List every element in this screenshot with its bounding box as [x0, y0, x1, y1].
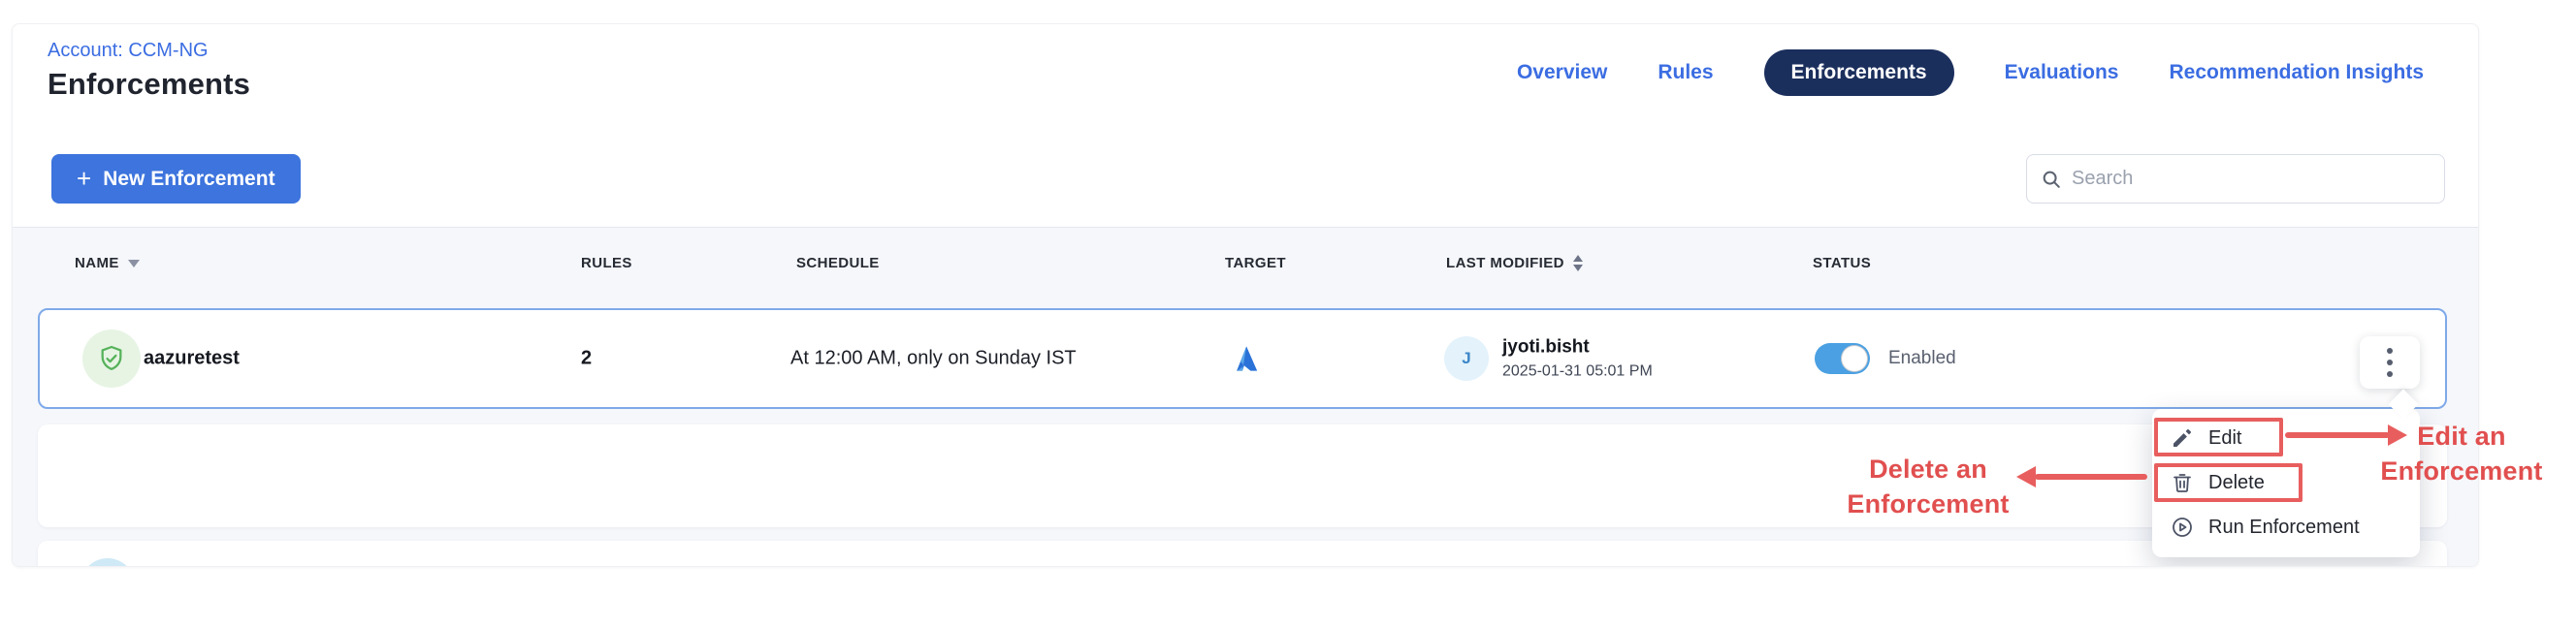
nav-tabs: Overview Rules Enforcements Evaluations … [1517, 47, 2424, 98]
avatar: J [1444, 336, 1489, 381]
search-input[interactable] [2072, 168, 2431, 190]
tab-recommendation-insights[interactable]: Recommendation Insights [2169, 61, 2424, 84]
tab-rules[interactable]: Rules [1658, 61, 1713, 84]
shield-check-icon [96, 343, 127, 374]
toggle-knob [1841, 345, 1868, 372]
new-enforcement-label: New Enforcement [103, 168, 274, 191]
search-icon [2041, 169, 2062, 190]
column-header-name[interactable]: NAME [75, 255, 140, 271]
last-modified-cell: jyoti.bisht 2025-01-31 05:01 PM [1502, 336, 1653, 382]
enforcement-type-badge [82, 330, 141, 388]
edit-highlight-box [2154, 418, 2283, 456]
azure-target-icon [1229, 343, 1260, 374]
new-enforcement-button[interactable]: + New Enforcement [51, 154, 301, 204]
page-title: Enforcements [48, 67, 250, 102]
tab-evaluations[interactable]: Evaluations [2005, 61, 2119, 84]
tab-enforcements[interactable]: Enforcements [1764, 49, 1954, 96]
menu-item-run-enforcement[interactable]: Run Enforcement [2152, 505, 2420, 550]
kebab-icon [2387, 348, 2393, 377]
column-header-schedule: SCHEDULE [796, 255, 880, 271]
modified-timestamp: 2025-01-31 05:01 PM [1502, 361, 1653, 381]
tab-overview[interactable]: Overview [1517, 61, 1607, 84]
column-header-last-modified[interactable]: LAST MODIFIED [1446, 255, 1583, 271]
status-toggle[interactable] [1815, 343, 1870, 374]
app-screenshot: Account: CCM-NG Enforcements Overview Ru… [0, 0, 2576, 628]
search-box[interactable] [2026, 154, 2445, 204]
account-label: Account: CCM-NG [48, 40, 209, 62]
table-row[interactable]: aazuretest 2 At 12:00 AM, only on Sunday… [38, 308, 2447, 409]
status-label: Enabled [1888, 348, 1956, 369]
schedule-text: At 12:00 AM, only on Sunday IST [790, 348, 1077, 370]
delete-arrow [2035, 474, 2147, 480]
enforcements-table: NAME RULES SCHEDULE TARGET LAST MODIFIED… [13, 228, 2478, 567]
edit-annotation-label: Edit an Enforcement [2365, 419, 2559, 488]
column-header-status: STATUS [1813, 255, 1871, 271]
play-circle-icon [2171, 516, 2194, 539]
row-actions-kebab-button[interactable] [2360, 336, 2420, 389]
delete-annotation-label: Delete an Enforcement [1831, 452, 2025, 521]
enforcements-panel: Account: CCM-NG Enforcements Overview Ru… [12, 23, 2479, 567]
delete-highlight-box [2154, 463, 2302, 502]
sort-caret-down-icon [128, 260, 140, 267]
rules-count: 2 [581, 348, 592, 370]
sort-up-down-icon [1573, 255, 1583, 271]
plus-icon: + [77, 166, 91, 191]
enforcement-type-badge [80, 558, 135, 567]
column-header-target: TARGET [1225, 255, 1286, 271]
table-row[interactable] [38, 541, 2447, 567]
modified-by-user: jyoti.bisht [1502, 336, 1653, 360]
column-header-rules: RULES [581, 255, 632, 271]
enforcement-name: aazuretest [144, 348, 240, 370]
